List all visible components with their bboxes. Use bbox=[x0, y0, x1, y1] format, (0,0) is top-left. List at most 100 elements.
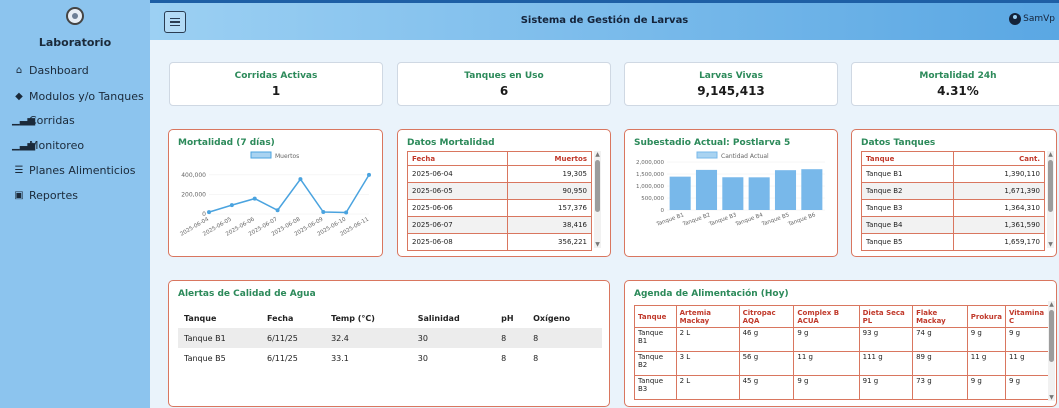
column-header: Prokura bbox=[966, 305, 1006, 328]
brand: Laboratorio bbox=[0, 0, 150, 54]
column-header: Tanque bbox=[184, 313, 217, 323]
user-name: SamVp bbox=[1023, 14, 1055, 24]
table-cell: 46 g bbox=[738, 327, 795, 352]
kpi-value: 1 bbox=[271, 84, 281, 98]
data-point bbox=[344, 210, 349, 215]
table-cell: Tanque B3 bbox=[860, 199, 955, 217]
table-cell: 91 g bbox=[858, 375, 914, 400]
panel-title: Alertas de Calidad de Agua bbox=[178, 289, 316, 299]
sidebar-item-corridas[interactable]: ▁▃▅ Corridas bbox=[0, 108, 150, 132]
data-point bbox=[321, 210, 326, 215]
table-cell: 8 bbox=[527, 328, 602, 348]
table-cell: 56 g bbox=[738, 351, 795, 376]
table-cell: 2 L bbox=[675, 375, 740, 400]
table-cell: 19,305 bbox=[507, 165, 592, 183]
table-row: Tanque B2 1,671,390 bbox=[860, 182, 1045, 200]
sidebar-item-reportes[interactable]: ▣ Reportes bbox=[0, 183, 150, 207]
scroll-up-icon[interactable]: ▲ bbox=[594, 151, 601, 158]
x-tick-label: Tanque B6 bbox=[787, 212, 817, 228]
data-point bbox=[367, 172, 371, 177]
panel-title: Subestadio Actual: Postlarva 5 bbox=[634, 138, 791, 148]
user-icon bbox=[1009, 13, 1022, 25]
datos-tanques-panel: Datos Tanques Tanque Cant. Tanque B1 1,39… bbox=[851, 129, 1057, 257]
bar bbox=[722, 177, 744, 210]
kpi-label: Larvas Vivas bbox=[699, 71, 763, 81]
bar-chart-icon: ▁▃▅ bbox=[12, 139, 36, 151]
sidebar-item-modulos[interactable]: ◆ Modulos y/o Tanques bbox=[0, 84, 150, 108]
sidebar-item-planes[interactable]: ☰ Planes Alimenticios bbox=[0, 158, 150, 182]
sidebar: Laboratorio ⌂ Dashboard ◆ Modulos y/o Ta… bbox=[0, 0, 150, 408]
datos-mortalidad-table: Fecha Muertos 2025-06-04 19,305 2025-06-05… bbox=[406, 151, 592, 251]
table-cell: 8 bbox=[495, 328, 528, 348]
kpi-value: 4.31% bbox=[937, 84, 979, 98]
table-cell: 9 g bbox=[966, 327, 1006, 352]
column-header: Flake Mackay bbox=[912, 305, 968, 328]
home-icon: ⌂ bbox=[15, 64, 23, 76]
scroll-up-icon[interactable]: ▲ bbox=[1047, 151, 1054, 158]
table-cell: 74 g bbox=[912, 327, 968, 352]
scroll-thumb[interactable] bbox=[1048, 160, 1053, 212]
table-cell: 32.4 bbox=[325, 328, 412, 348]
table-cell: 9 g bbox=[966, 375, 1006, 400]
panel-title: Datos Mortalidad bbox=[407, 138, 495, 148]
scrollbar[interactable]: ▲ ▼ bbox=[594, 151, 601, 248]
table-row: Tanque B3 1,364,310 bbox=[860, 199, 1045, 217]
table-cell: 9 g bbox=[793, 327, 860, 352]
table-cell: 1,671,390 bbox=[953, 182, 1045, 200]
table-cell: 1,361,590 bbox=[953, 216, 1045, 234]
scroll-thumb[interactable] bbox=[595, 160, 600, 212]
table-cell: 2025-06-06 bbox=[406, 199, 509, 217]
sidebar-item-label: Corridas bbox=[29, 113, 75, 127]
table-cell: 9 g bbox=[1004, 327, 1055, 352]
y-tick-label: 0 bbox=[661, 208, 665, 214]
table-cell: 2025-06-07 bbox=[406, 216, 509, 234]
y-tick-label: 200,000 bbox=[181, 191, 206, 198]
table-cell: 1,390,110 bbox=[953, 165, 1045, 183]
table-row: Tanque B1 6/11/25 32.4 30 8 8 bbox=[178, 328, 602, 348]
scroll-down-icon[interactable]: ▼ bbox=[1047, 241, 1054, 248]
sidebar-item-dashboard[interactable]: ⌂ Dashboard bbox=[0, 58, 150, 82]
column-header: Cant. bbox=[953, 151, 1045, 166]
kpi-tanques-en-uso: Tanques en Uso 6 bbox=[397, 62, 611, 106]
scroll-down-icon[interactable]: ▼ bbox=[594, 241, 601, 248]
table-cell: 6/11/25 bbox=[267, 353, 298, 363]
column-header: Muertos bbox=[507, 151, 592, 166]
sidebar-item-label: Planes Alimenticios bbox=[29, 163, 136, 177]
scrollbar[interactable]: ▲ ▼ bbox=[1047, 151, 1054, 248]
column-header: pH bbox=[501, 313, 514, 323]
scroll-up-icon[interactable]: ▲ bbox=[1048, 301, 1055, 308]
header: Sistema de Gestión de Larvas SamVp bbox=[150, 0, 1059, 40]
table-row: Tanque B3 2 L 45 g9 g 91 g 73 g9 g9 g bbox=[634, 375, 1055, 400]
table-cell: Tanque B5 bbox=[860, 233, 955, 251]
panel-title: Mortalidad (7 días) bbox=[178, 138, 275, 148]
table-cell: 9 g bbox=[1004, 375, 1055, 400]
y-tick-label: 400,000 bbox=[181, 172, 206, 179]
table-row: Tanque B1 2 L 46 g9 g 93 g 74 g9 g9 g bbox=[634, 327, 1055, 352]
column-header: Salinidad bbox=[417, 313, 460, 323]
mortalidad-chart-panel: Mortalidad (7 días) Muertos 0 200,000 400,0… bbox=[168, 129, 383, 257]
column-header: Vitamina C bbox=[1004, 305, 1055, 328]
y-tick-label: 1,000,000 bbox=[636, 184, 664, 190]
column-header: Tanque bbox=[860, 151, 955, 166]
scrollbar[interactable]: ▲ ▼ bbox=[1048, 301, 1055, 401]
table-row: 2025-06-04 19,305 bbox=[406, 165, 592, 183]
table-cell: Tanque B4 bbox=[860, 216, 955, 234]
panel-title: Datos Tanques bbox=[861, 138, 936, 148]
table-cell: 93 g bbox=[858, 327, 914, 352]
table-cell: 89 g bbox=[912, 351, 968, 376]
table-cell: 3 L bbox=[675, 351, 740, 376]
table-cell: 6/11/25 bbox=[261, 328, 326, 348]
legend-label: Muertos bbox=[275, 153, 299, 160]
sidebar-item-monitoreo[interactable]: ▁▃▅ Monitoreo bbox=[0, 133, 150, 157]
kpi-value: 9,145,413 bbox=[697, 84, 765, 98]
data-point bbox=[252, 196, 257, 201]
x-tick-label: Tanque B5 bbox=[760, 212, 790, 228]
table-cell: 8 bbox=[533, 353, 539, 363]
user-menu[interactable]: SamVp bbox=[1009, 13, 1055, 25]
scroll-down-icon[interactable]: ▼ bbox=[1048, 394, 1055, 401]
scroll-thumb[interactable] bbox=[1049, 310, 1054, 362]
data-point bbox=[207, 210, 211, 215]
mortalidad-line-chart: Muertos0200,000400,0002025-06-042025-06-… bbox=[179, 151, 371, 238]
kpi-mortalidad-24h: Mortalidad 24h 4.31% bbox=[851, 62, 1059, 106]
kpi-corridas-activas: Corridas Activas 1 bbox=[169, 62, 383, 106]
